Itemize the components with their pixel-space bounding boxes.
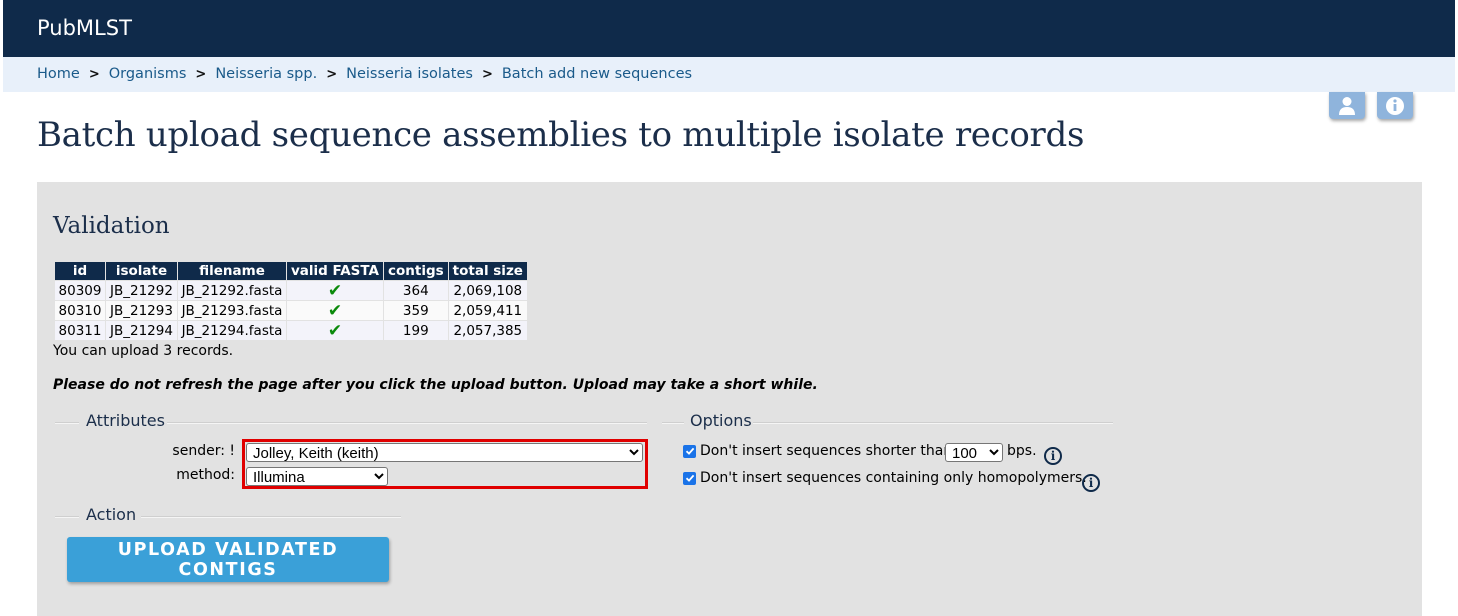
column-header-isolate: isolate: [105, 261, 178, 281]
cell-id: 80311: [54, 320, 106, 341]
cell-isolate: JB_21292: [105, 280, 178, 301]
cell-contigs: 359: [382, 300, 449, 321]
cell-id: 80310: [54, 300, 106, 321]
homopolymer-label: Don't insert sequences containing only h…: [700, 470, 1087, 486]
breadcrumb-separator: >: [481, 67, 493, 82]
validation-heading: Validation: [53, 213, 170, 239]
validation-table: id isolate filename valid FASTA contigs …: [54, 261, 528, 341]
page-title: Batch upload sequence assemblies to mult…: [37, 115, 1085, 155]
options-rule-right: [753, 422, 1113, 424]
attributes-rule-right: [167, 422, 647, 424]
user-icon: [1339, 96, 1355, 115]
valid-check-icon: ✔: [286, 320, 384, 341]
options-rule-left: [662, 422, 684, 424]
column-header-valid-fasta: valid FASTA: [286, 261, 384, 281]
min-length-suffix: bps.: [1007, 443, 1037, 459]
options-legend: Options: [690, 411, 752, 430]
action-legend: Action: [86, 505, 137, 524]
column-header-id: id: [54, 261, 106, 281]
attributes-legend: Attributes: [86, 411, 165, 430]
breadcrumb-separator: >: [195, 67, 207, 82]
checkmark-icon: [685, 447, 694, 455]
cell-total-size: 2,059,411: [447, 300, 528, 321]
breadcrumb-separator: >: [88, 67, 100, 82]
table-row: 80310 JB_21293 JB_21293.fasta ✔ 359 2,05…: [54, 300, 528, 321]
info-button[interactable]: [1377, 92, 1413, 119]
valid-check-icon: ✔: [286, 300, 384, 321]
min-length-select[interactable]: 100: [945, 443, 1003, 462]
method-select[interactable]: Illumina: [246, 467, 388, 486]
homopolymer-checkbox[interactable]: [683, 471, 696, 485]
cell-contigs: 199: [382, 320, 449, 341]
cell-filename: JB_21292.fasta: [177, 280, 287, 301]
homopolymer-info-icon[interactable]: i: [1082, 474, 1100, 492]
validation-panel: Validation id isolate filename valid FAS…: [37, 182, 1422, 616]
cell-id: 80309: [54, 280, 106, 301]
upload-validated-contigs-button[interactable]: UPLOAD VALIDATED CONTIGS: [67, 537, 389, 582]
cell-filename: JB_21294.fasta: [177, 320, 287, 341]
table-row: 80309 JB_21292 JB_21292.fasta ✔ 364 2,06…: [54, 280, 528, 301]
homopolymer-option: Don't insert sequences containing only h…: [683, 470, 1087, 486]
breadcrumb: Home > Organisms > Neisseria spp. > Neisseria …: [3, 57, 1455, 92]
info-icon: [1386, 96, 1404, 115]
cell-filename: JB_21293.fasta: [177, 300, 287, 321]
min-length-info-icon[interactable]: i: [1044, 447, 1062, 465]
sender-select[interactable]: Jolley, Keith (keith): [246, 443, 643, 462]
site-brand[interactable]: PubMLST: [37, 16, 132, 40]
cell-isolate: JB_21294: [105, 320, 178, 341]
breadcrumb-home[interactable]: Home: [37, 66, 80, 82]
sender-label: sender: !: [172, 443, 235, 459]
min-length-checkbox[interactable]: [683, 444, 696, 458]
breadcrumb-batch-add[interactable]: Batch add new sequences: [502, 66, 692, 82]
method-label: method:: [176, 467, 235, 483]
table-row: 80311 JB_21294 JB_21294.fasta ✔ 199 2,05…: [54, 320, 528, 341]
cell-total-size: 2,069,108: [447, 280, 528, 301]
cell-isolate: JB_21293: [105, 300, 178, 321]
table-header-row: id isolate filename valid FASTA contigs …: [54, 261, 528, 281]
column-header-total-size: total size: [447, 261, 528, 281]
breadcrumb-neisseria-isolates[interactable]: Neisseria isolates: [346, 66, 473, 82]
breadcrumb-neisseria-spp[interactable]: Neisseria spp.: [215, 66, 317, 82]
refresh-warning: Please do not refresh the page after you…: [53, 377, 818, 393]
breadcrumb-organisms[interactable]: Organisms: [109, 66, 187, 82]
cell-contigs: 364: [382, 280, 449, 301]
upload-count-note: You can upload 3 records.: [53, 343, 234, 359]
valid-check-icon: ✔: [286, 280, 384, 301]
min-length-prefix: Don't insert sequences shorter than: [700, 443, 953, 459]
top-navbar: PubMLST: [3, 0, 1455, 57]
breadcrumb-separator: >: [326, 67, 338, 82]
cell-total-size: 2,057,385: [447, 320, 528, 341]
min-length-option: Don't insert sequences shorter than: [683, 443, 952, 459]
checkmark-icon: [685, 474, 694, 482]
user-account-button[interactable]: [1329, 92, 1365, 119]
attributes-rule-left: [55, 422, 79, 424]
column-header-contigs: contigs: [382, 261, 449, 281]
action-rule-right: [141, 516, 401, 518]
column-header-filename: filename: [177, 261, 287, 281]
action-rule-left: [55, 516, 79, 518]
